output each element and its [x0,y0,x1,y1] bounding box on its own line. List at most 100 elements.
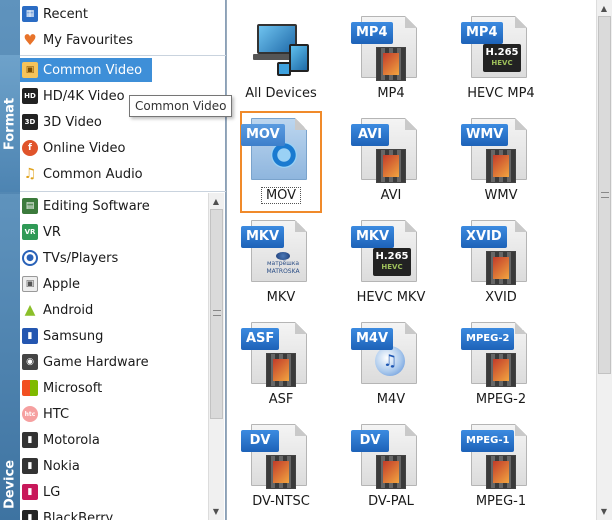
format-tile-dv-pal[interactable]: DV DV-PAL [339,418,443,518]
tab-format-label: Format [2,97,18,150]
list-item-android[interactable]: ▲ Android [20,298,94,322]
list-item-label: BlackBerry [43,510,114,520]
list-item-blackberry[interactable]: ▮ BlackBerry [20,506,113,520]
format-tile-label: MOV [261,187,301,204]
blackberry-icon: ▮ [22,510,38,520]
matroska-logo: матрёшка MATROSKA [263,252,303,275]
list-item-hd-4k-video[interactable]: HD HD/4K Video [20,84,125,108]
format-tile-m4v[interactable]: ♫ M4V M4V [339,316,443,416]
list-item-game-hardware[interactable]: ◉ Game Hardware [20,350,149,374]
list-item-label: VR [43,224,61,240]
format-tile-label: MP4 [377,86,405,101]
format-badge: MPEG-1 [461,430,515,452]
format-tile-mpeg-1[interactable]: MPEG-1 MPEG-1 [449,418,553,518]
list-item-lg[interactable]: ▮ LG [20,480,60,504]
list-item-vr[interactable]: VR VR [20,220,61,244]
recent-icon: ▦ [22,6,38,22]
scroll-down-arrow-icon[interactable]: ▼ [209,504,223,518]
format-tile-xvid[interactable]: XVID XVID [449,214,553,314]
format-tile-label: M4V [376,392,406,407]
list-item-apple[interactable]: ▣ Apple [20,272,80,296]
format-tile-label: XVID [485,290,517,305]
music-note-icon: ♫ [23,166,37,182]
format-tile-mpeg-2[interactable]: MPEG-2 MPEG-2 [449,316,553,416]
list-item-label: Editing Software [43,198,150,214]
heart-icon: ♥ [23,31,37,49]
format-tile-wmv[interactable]: WMV WMV [449,112,553,212]
list-item-tvs-players[interactable]: ● TVs/Players [20,246,118,270]
scrollbar-thumb[interactable] [598,16,611,374]
apple-icon: ▣ [22,276,38,292]
format-badge: DV [241,430,279,452]
list-item-label: HTC [43,406,70,422]
list-item-editing-software[interactable]: ▤ Editing Software [20,194,150,218]
format-badge: XVID [461,226,507,248]
list-item-label: Motorola [43,432,100,448]
list-item-label: Game Hardware [43,354,149,370]
format-badge: MKV [241,226,285,248]
film-icon: ▣ [22,62,38,78]
format-tile-all-devices[interactable]: All Devices [229,10,333,110]
device-list-scrollbar[interactable]: ▲ ▼ [208,193,224,520]
samsung-icon: ▮ [22,328,38,344]
hd-icon: HD [22,88,38,104]
list-item-favourites[interactable]: ♥ My Favourites [20,28,133,52]
all-devices-icon [253,24,313,78]
format-badge: MOV [241,124,285,146]
format-tile-hevc-mkv[interactable]: H.265 HEVC MKV HEVC MKV [339,214,443,314]
format-tile-label: MKV [266,290,296,305]
microsoft-icon [22,380,38,396]
tooltip: Common Video [129,95,233,117]
format-badge: WMV [461,124,509,146]
scroll-up-arrow-icon[interactable]: ▲ [209,194,223,208]
format-tile-label: DV-NTSC [252,494,310,509]
list-item-htc[interactable]: htc HTC [20,402,69,426]
list-item-label: My Favourites [43,32,134,48]
format-tile-asf[interactable]: ASF ASF [229,316,333,416]
scrollbar-thumb[interactable] [210,209,223,419]
format-tile-hevc-mp4[interactable]: H.265 HEVC MP4 HEVC MP4 [449,10,553,110]
format-tile-mp4[interactable]: MP4 MP4 [339,10,443,110]
format-tile-label: All Devices [245,86,317,101]
android-icon: ▲ [24,302,36,318]
format-tile-avi[interactable]: AVI AVI [339,112,443,212]
format-tile-mov[interactable]: MOV MOV [229,112,333,212]
list-item-online-video[interactable]: f Online Video [20,136,126,160]
tab-device-label: Device [2,459,18,510]
format-tile-mkv[interactable]: матрёшка MATROSKA MKV MKV [229,214,333,314]
list-item-label: Samsung [43,328,104,344]
format-tile-label: AVI [380,188,402,203]
tab-format[interactable]: Format [0,55,20,192]
hevc-logo-bottom: HEVC [381,263,403,271]
list-item-3d-video[interactable]: 3D 3D Video [20,110,102,134]
format-badge: MP4 [351,22,393,44]
vr-icon: VR [22,224,38,240]
format-tile-label: WMV [484,188,518,203]
tab-device[interactable]: Device [0,194,20,520]
list-item-samsung[interactable]: ▮ Samsung [20,324,103,348]
scroll-down-arrow-icon[interactable]: ▼ [597,504,611,518]
format-badge: AVI [351,124,389,146]
format-badge: M4V [351,328,394,350]
format-badge: ASF [241,328,280,350]
list-item-label: Online Video [43,140,126,156]
grip-icon [213,310,221,316]
motorola-icon: ▮ [22,432,38,448]
list-item-common-video[interactable]: ▣ Common Video [20,58,152,82]
format-grid-scrollbar[interactable]: ▲ ▼ [596,0,612,520]
scroll-up-arrow-icon[interactable]: ▲ [597,1,611,15]
list-item-recent[interactable]: ▦ Recent [20,2,88,26]
list-item-microsoft[interactable]: Microsoft [20,376,102,400]
online-video-icon: f [22,140,38,156]
format-tile-label: HEVC MP4 [467,86,535,101]
format-tile-dv-ntsc[interactable]: DV DV-NTSC [229,418,333,518]
format-tile-label: HEVC MKV [356,290,426,305]
format-badge: MKV [351,226,395,248]
category-list: ▦ Recent ♥ My Favourites ▣ Common Video … [20,0,226,520]
format-tile-label: DV-PAL [368,494,414,509]
list-item-motorola[interactable]: ▮ Motorola [20,428,100,452]
list-item-label: Android [43,302,94,318]
list-item-common-audio[interactable]: ♫ Common Audio [20,162,143,186]
divider [20,55,226,56]
list-item-nokia[interactable]: ▮ Nokia [20,454,80,478]
